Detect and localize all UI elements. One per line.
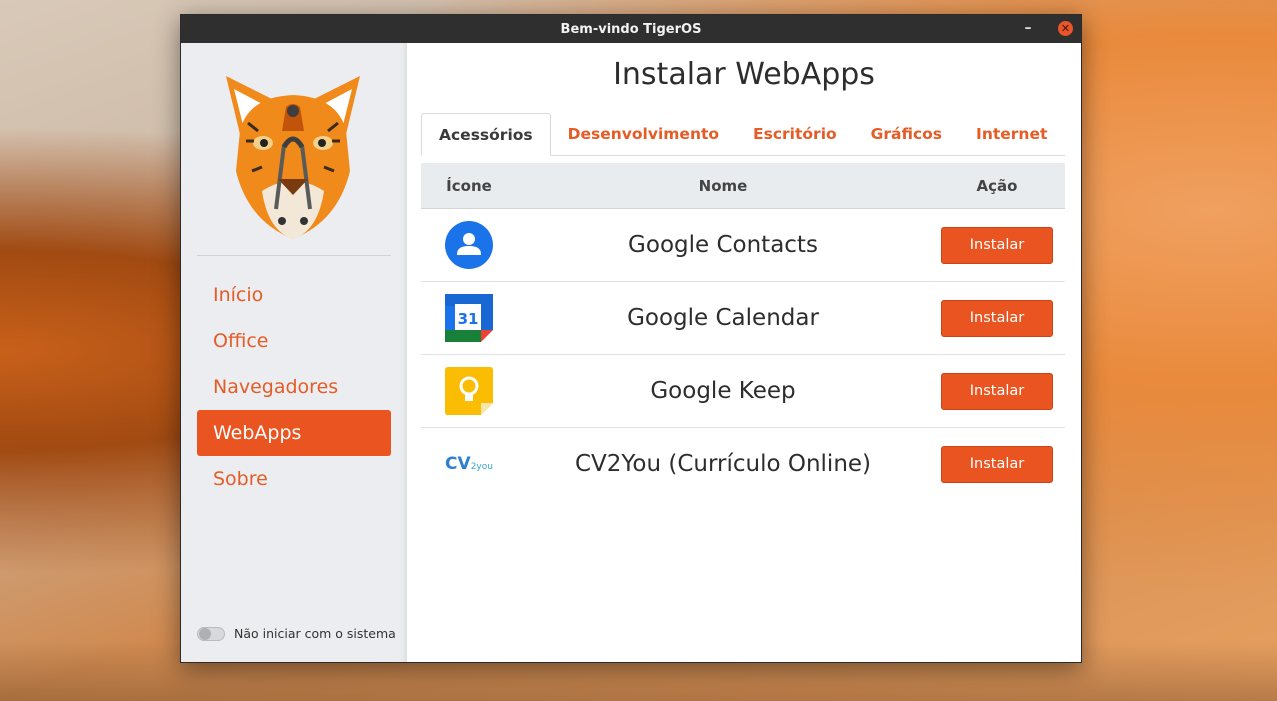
app-name: Google Contacts [628,232,818,258]
category-tabs: Acessórios Desenvolvimento Escritório Gr… [421,113,1065,156]
close-button[interactable]: ✕ [1058,21,1073,36]
sidebar-item-webapps[interactable]: WebApps [197,410,391,456]
google-calendar-icon: 31 [445,294,493,342]
table-row: Google Keep Instalar [421,355,1065,428]
header-name: Nome [698,176,748,195]
table-row: 31 Google Calendar Instalar [421,282,1065,355]
table-row: Google Contacts Instalar [421,209,1065,282]
sidebar: Início Office Navegadores WebApps Sobre … [181,43,407,662]
welcome-window: Bem-vindo TigerOS – ✕ Início Office Nave… [180,14,1082,663]
main-panel: Instalar WebApps Acessórios Desenvolvime… [407,43,1081,662]
header-action: Ação [976,176,1018,195]
app-name: CV2You (Currículo Online) [574,451,872,477]
install-button[interactable]: Instalar [941,372,1053,410]
toggle-knob [199,627,211,640]
page-title: Instalar WebApps [613,57,875,92]
tab-desenvolvimento[interactable]: Desenvolvimento [551,113,736,155]
calendar-day-number: 31 [458,310,479,328]
table-row: CV2you CV2You (Currículo Online) Instala… [421,428,1065,500]
tab-internet[interactable]: Internet [959,113,1064,155]
autostart-label: Não iniciar com o sistema [234,626,396,641]
tab-escritorio[interactable]: Escritório [736,113,854,155]
google-contacts-icon [445,221,493,269]
sidebar-separator [197,255,391,256]
sidebar-item-office[interactable]: Office [197,318,391,364]
app-name: Google Keep [650,378,796,404]
minimize-button[interactable]: – [1019,19,1037,37]
install-button[interactable]: Instalar [941,299,1053,337]
tiger-logo [226,76,360,239]
tab-graficos[interactable]: Gráficos [854,113,959,155]
install-button[interactable]: Instalar [941,445,1053,483]
header-icon: Ícone [446,176,492,195]
table-header: Ícone Nome Ação [421,163,1065,209]
autostart-toggle[interactable] [197,626,225,641]
google-keep-icon [445,367,493,415]
app-name: Google Calendar [627,305,819,331]
install-button[interactable]: Instalar [941,226,1053,264]
sidebar-item-navegadores[interactable]: Navegadores [197,364,391,410]
window-title: Bem-vindo TigerOS [560,21,702,37]
cv2you-logo: CV2you [445,454,493,474]
sidebar-nav: Início Office Navegadores WebApps Sobre [197,272,391,502]
autostart-setting: Não iniciar com o sistema [197,626,396,641]
tab-acessorios[interactable]: Acessórios [421,113,551,156]
sidebar-item-sobre[interactable]: Sobre [197,456,391,502]
sidebar-item-inicio[interactable]: Início [197,272,391,318]
webapps-table: Ícone Nome Ação Google Contacts Instalar [421,163,1065,500]
title-bar[interactable]: Bem-vindo TigerOS – ✕ [181,15,1081,43]
